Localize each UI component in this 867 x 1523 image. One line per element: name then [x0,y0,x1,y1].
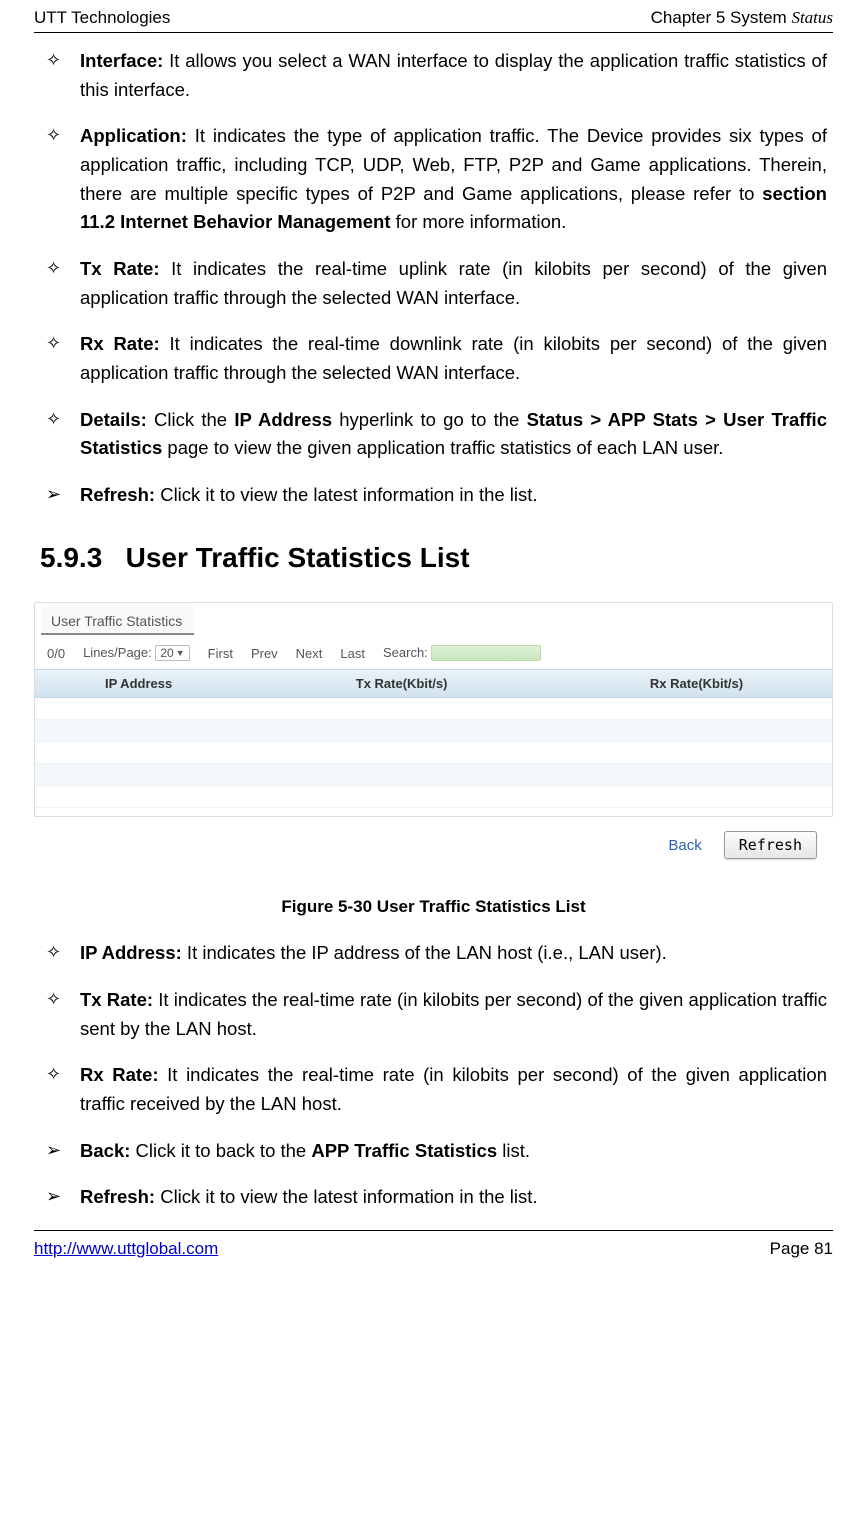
table-row [35,720,832,742]
term-refresh: Refresh: [80,484,155,505]
term-tx-rate-2: Tx Rate: [80,989,153,1010]
header-right-prefix: Chapter 5 System [651,8,792,27]
term-rx-rate-2: Rx Rate: [80,1064,159,1085]
desc-details-b: hyperlink to go to the [332,409,527,430]
item-tx-rate-2: ✧ Tx Rate: It indicates the real-time ra… [40,986,827,1043]
definition-list-top: ✧ Interface: It allows you select a WAN … [34,47,833,510]
arrow-icon: ➢ [46,481,61,509]
col-ip-address: IP Address [35,670,242,697]
desc-refresh-2: Click it to view the latest information … [155,1186,537,1207]
section-heading: 5.9.3 User Traffic Statistics List [34,542,833,574]
table-controls: 0/0 Lines/Page: 20 ▼ First Prev Next Las… [35,635,832,670]
item-back: ➢ Back: Click it to back to the APP Traf… [40,1137,827,1166]
desc-details-c: page to view the given application traff… [162,437,723,458]
item-application: ✧ Application: It indicates the type of … [40,122,827,237]
chevron-down-icon: ▼ [176,648,185,658]
term-tx-rate: Tx Rate: [80,258,160,279]
desc-details-a: Click the [147,409,234,430]
desc-tx-rate-2: It indicates the real-time rate (in kilo… [80,989,827,1039]
term-rx-rate: Rx Rate: [80,333,160,354]
footer-url[interactable]: http://www.uttglobal.com [34,1239,218,1259]
term-interface: Interface: [80,50,163,71]
table-row [35,698,832,720]
search-group: Search: [383,645,541,662]
desc-ip-address: It indicates the IP address of the LAN h… [182,942,667,963]
term-back: Back: [80,1140,130,1161]
page-footer: http://www.uttglobal.com Page 81 [34,1235,833,1259]
footer-rule [34,1230,833,1231]
term-application: Application: [80,125,187,146]
figure-caption: Figure 5-30 User Traffic Statistics List [34,897,833,917]
lines-label: Lines/Page: [83,645,152,660]
item-interface: ✧ Interface: It allows you select a WAN … [40,47,827,104]
page-header: UTT Technologies Chapter 5 System Status [34,8,833,32]
col-tx-rate: Tx Rate(Kbit/s) [242,670,561,697]
item-rx-rate-2: ✧ Rx Rate: It indicates the real-time ra… [40,1061,827,1118]
pager-first[interactable]: First [208,646,233,661]
header-right-status: Status [791,8,833,27]
col-rx-rate: Rx Rate(Kbit/s) [561,670,832,697]
header-left: UTT Technologies [34,8,170,28]
desc-application-b: for more information. [391,211,567,232]
table-row [35,742,832,764]
diamond-icon: ✧ [46,47,61,75]
desc-application-a: It indicates the type of application tra… [80,125,827,203]
table-header: IP Address Tx Rate(Kbit/s) Rx Rate(Kbit/… [35,669,832,698]
desc-rx-rate-2: It indicates the real-time rate (in kilo… [80,1064,827,1114]
lines-value: 20 [160,646,173,660]
item-ip-address: ✧ IP Address: It indicates the IP addres… [40,939,827,968]
item-refresh: ➢ Refresh: Click it to view the latest i… [40,481,827,510]
diamond-icon: ✧ [46,255,61,283]
counter-label: 0/0 [47,646,65,661]
pager-last[interactable]: Last [340,646,365,661]
diamond-icon: ✧ [46,986,61,1014]
item-details: ✧ Details: Click the IP Address hyperlin… [40,406,827,463]
desc-rx-rate: It indicates the real-time downlink rate… [80,333,827,383]
diamond-icon: ✧ [46,406,61,434]
ref-ip-address: IP Address [234,409,332,430]
section-title: User Traffic Statistics List [126,542,470,573]
figure-user-traffic-statistics: User Traffic Statistics 0/0 Lines/Page: … [34,602,833,918]
refresh-button[interactable]: Refresh [724,831,817,859]
term-details: Details: [80,409,147,430]
arrow-icon: ➢ [46,1137,61,1165]
table-row [35,786,832,808]
term-refresh-2: Refresh: [80,1186,155,1207]
diamond-icon: ✧ [46,1061,61,1089]
section-number: 5.9.3 [40,542,102,573]
desc-back-a: Click it to back to the [130,1140,311,1161]
arrow-icon: ➢ [46,1183,61,1211]
panel-tab[interactable]: User Traffic Statistics [41,607,194,635]
pager-next[interactable]: Next [296,646,323,661]
diamond-icon: ✧ [46,330,61,358]
lines-per-page: Lines/Page: 20 ▼ [83,645,190,661]
screenshot-panel: User Traffic Statistics 0/0 Lines/Page: … [34,602,833,818]
table-row [35,764,832,786]
desc-back-b: list. [497,1140,530,1161]
diamond-icon: ✧ [46,939,61,967]
item-refresh-2: ➢ Refresh: Click it to view the latest i… [40,1183,827,1212]
pager-prev[interactable]: Prev [251,646,278,661]
desc-tx-rate: It indicates the real-time uplink rate (… [80,258,827,308]
search-label: Search: [383,645,428,660]
desc-interface: It allows you select a WAN interface to … [80,50,827,100]
page-number: Page 81 [770,1239,833,1259]
item-rx-rate: ✧ Rx Rate: It indicates the real-time do… [40,330,827,387]
header-rule [34,32,833,33]
term-ip-address: IP Address: [80,942,182,963]
diamond-icon: ✧ [46,122,61,150]
definition-list-bottom: ✧ IP Address: It indicates the IP addres… [34,939,833,1212]
figure-actions: Back Refresh [34,817,833,861]
ref-app-traffic-statistics: APP Traffic Statistics [311,1140,497,1161]
back-link[interactable]: Back [668,837,701,854]
lines-select[interactable]: 20 ▼ [155,645,189,661]
search-input[interactable] [431,645,541,661]
desc-refresh: Click it to view the latest information … [155,484,537,505]
item-tx-rate: ✧ Tx Rate: It indicates the real-time up… [40,255,827,312]
header-right: Chapter 5 System Status [651,8,833,28]
